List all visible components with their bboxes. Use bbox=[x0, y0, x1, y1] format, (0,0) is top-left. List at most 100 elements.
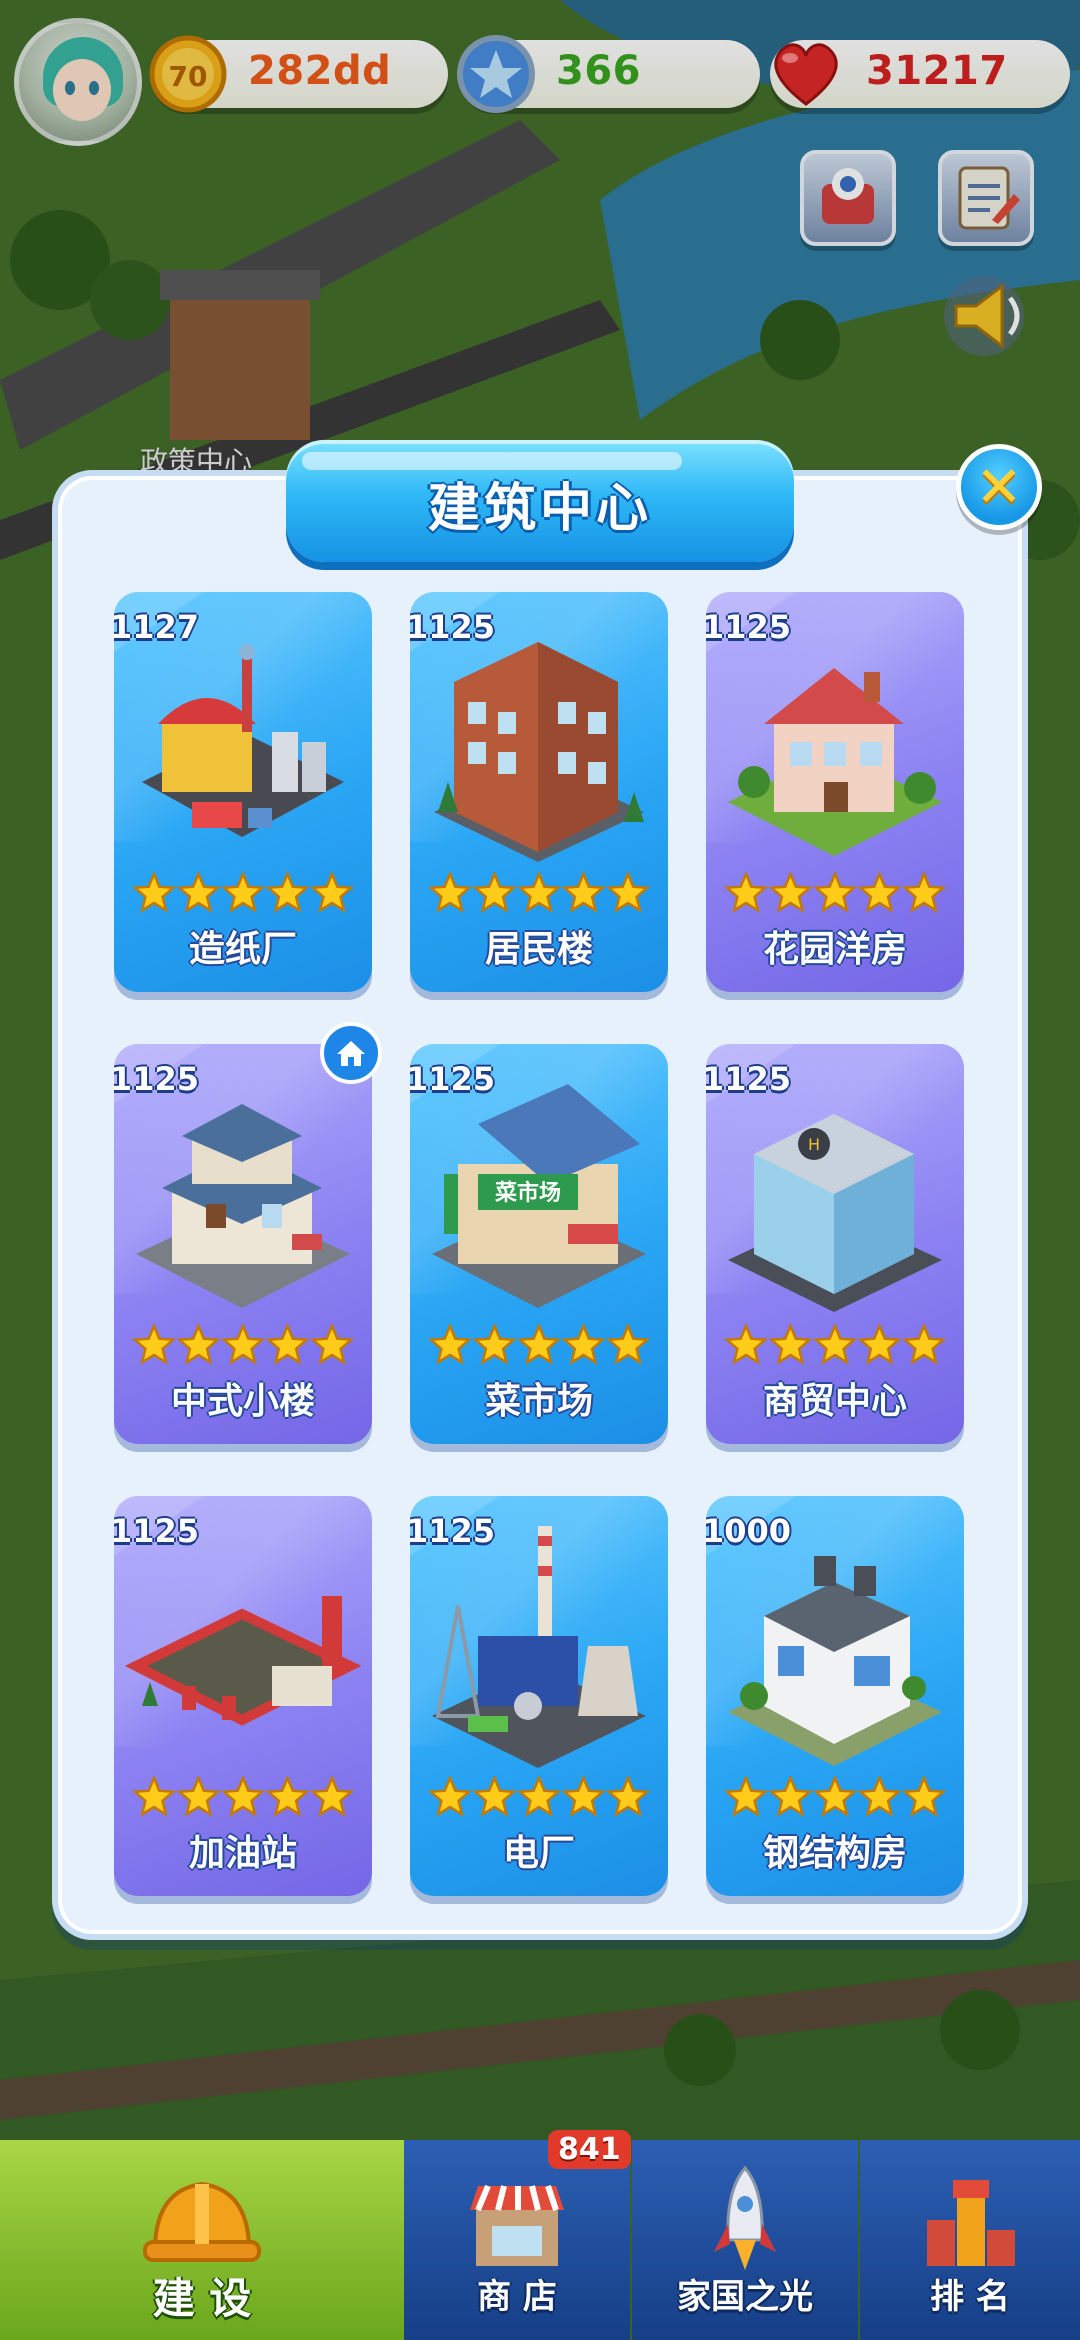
star-icon bbox=[561, 1322, 606, 1365]
star-icon bbox=[901, 1774, 947, 1817]
home-icon bbox=[337, 1041, 365, 1066]
star-icon bbox=[427, 1322, 473, 1365]
ranking-icon bbox=[927, 2180, 1015, 2266]
building-card-power-plant[interactable]: 1125 电厂 bbox=[410, 1496, 668, 1896]
star-icon bbox=[768, 870, 813, 913]
building-card-apartment[interactable]: 1125 居民楼 bbox=[410, 592, 668, 992]
building-number: 1125 bbox=[410, 1060, 496, 1098]
building-number: 1125 bbox=[114, 1060, 200, 1098]
star-icon bbox=[857, 1774, 902, 1817]
star-rating bbox=[723, 1322, 947, 1368]
star-icon bbox=[427, 870, 473, 913]
garden-villa-icon bbox=[728, 668, 942, 856]
building-card-chinese-house[interactable]: 1125 中式小楼 bbox=[114, 1044, 372, 1444]
power-plant-icon bbox=[432, 1526, 646, 1768]
star-icon bbox=[605, 870, 651, 913]
tab-label: 商 店 bbox=[477, 2277, 557, 2317]
building-card-trade-center[interactable]: H 1125 商贸中心 bbox=[706, 1044, 964, 1444]
chinese-house-icon bbox=[136, 1104, 350, 1308]
paper-mill-icon bbox=[142, 644, 344, 837]
building-number: 1125 bbox=[706, 1060, 792, 1098]
building-number: 1127 bbox=[114, 608, 200, 646]
building-card-garden-villa[interactable]: 1125 花园洋房 bbox=[706, 592, 964, 992]
tab-label: 建 设 bbox=[152, 2274, 252, 2323]
star-icon bbox=[265, 870, 310, 913]
star-icon bbox=[723, 1322, 769, 1365]
close-button[interactable]: ✕ bbox=[956, 444, 1042, 530]
dialog-title-banner: 建筑中心 bbox=[286, 440, 794, 562]
star-icon bbox=[723, 870, 769, 913]
tab-ranking[interactable]: 排 名 bbox=[860, 2140, 1080, 2340]
bottom-navigation: 建 设 商 店 家国之光 排 名 bbox=[0, 2140, 1080, 2340]
home-badge[interactable] bbox=[320, 1022, 382, 1084]
star-icon bbox=[309, 1774, 355, 1817]
building-name: 钢结构房 bbox=[762, 1833, 907, 1874]
star-icon bbox=[176, 1774, 221, 1817]
star-icon bbox=[812, 1774, 858, 1817]
star-icon bbox=[472, 870, 517, 913]
tab-national-light[interactable]: 家国之光 bbox=[632, 2140, 858, 2340]
building-name: 菜市场 bbox=[484, 1381, 593, 1422]
star-icon bbox=[561, 870, 606, 913]
star-icon bbox=[516, 1322, 562, 1365]
star-icon bbox=[561, 1774, 606, 1817]
star-icon bbox=[427, 1774, 473, 1817]
rocket-icon bbox=[714, 2165, 776, 2270]
star-icon bbox=[131, 870, 177, 913]
trade-center-icon: H bbox=[728, 1114, 942, 1312]
building-number: 1000 bbox=[706, 1512, 792, 1550]
star-icon bbox=[309, 1322, 355, 1365]
star-rating bbox=[427, 1774, 651, 1820]
building-name: 加油站 bbox=[188, 1833, 297, 1874]
building-number: 1125 bbox=[410, 1512, 496, 1550]
building-number: 1125 bbox=[706, 608, 792, 646]
tab-shop[interactable]: 商 店 bbox=[404, 2140, 630, 2340]
star-icon bbox=[812, 870, 858, 913]
star-icon bbox=[131, 1322, 177, 1365]
vegetable-market-icon: 菜市场 bbox=[432, 1084, 646, 1308]
tab-label: 排 名 bbox=[930, 2277, 1010, 2317]
star-icon bbox=[220, 870, 266, 913]
shop-notification-badge: 841 bbox=[548, 2130, 631, 2169]
steel-house-icon bbox=[728, 1556, 942, 1766]
svg-text:菜市场: 菜市场 bbox=[494, 1180, 561, 1206]
star-icon bbox=[220, 1774, 266, 1817]
building-name: 电厂 bbox=[502, 1833, 575, 1874]
tab-build[interactable]: 建 设 bbox=[0, 2140, 404, 2340]
building-name: 居民楼 bbox=[484, 929, 593, 970]
star-icon bbox=[901, 870, 947, 913]
star-icon bbox=[723, 1774, 769, 1817]
star-rating bbox=[427, 870, 651, 916]
building-name: 中式小楼 bbox=[170, 1381, 315, 1422]
close-icon: ✕ bbox=[975, 455, 1023, 520]
building-card-steel-house[interactable]: 1000 钢结构房 bbox=[706, 1496, 964, 1896]
building-card-vegetable-market[interactable]: 菜市场 1125 菜市场 bbox=[410, 1044, 668, 1444]
star-icon bbox=[605, 1774, 651, 1817]
star-rating bbox=[131, 1774, 355, 1820]
star-icon bbox=[901, 1322, 947, 1365]
star-icon bbox=[220, 1322, 266, 1365]
star-icon bbox=[131, 1774, 177, 1817]
star-rating bbox=[723, 870, 947, 916]
star-rating bbox=[723, 1774, 947, 1820]
star-icon bbox=[812, 1322, 858, 1365]
building-number: 1125 bbox=[114, 1512, 200, 1550]
star-icon bbox=[516, 870, 562, 913]
building-name: 花园洋房 bbox=[762, 929, 907, 970]
hardhat-icon bbox=[143, 2181, 261, 2262]
star-rating bbox=[427, 1322, 651, 1368]
building-name: 商贸中心 bbox=[762, 1381, 907, 1422]
star-rating bbox=[131, 870, 355, 916]
star-icon bbox=[472, 1322, 517, 1365]
star-icon bbox=[768, 1774, 813, 1817]
building-card-paper-mill[interactable]: 1127 造纸厂 bbox=[114, 592, 372, 992]
star-icon bbox=[176, 870, 221, 913]
star-icon bbox=[857, 1322, 902, 1365]
star-icon bbox=[768, 1322, 813, 1365]
building-card-gas-station[interactable]: 1125 加油站 bbox=[114, 1496, 372, 1896]
building-name: 造纸厂 bbox=[188, 929, 297, 970]
star-icon bbox=[176, 1322, 221, 1365]
shop-icon bbox=[470, 2184, 564, 2266]
svg-text:H: H bbox=[808, 1135, 820, 1154]
star-icon bbox=[309, 870, 355, 913]
